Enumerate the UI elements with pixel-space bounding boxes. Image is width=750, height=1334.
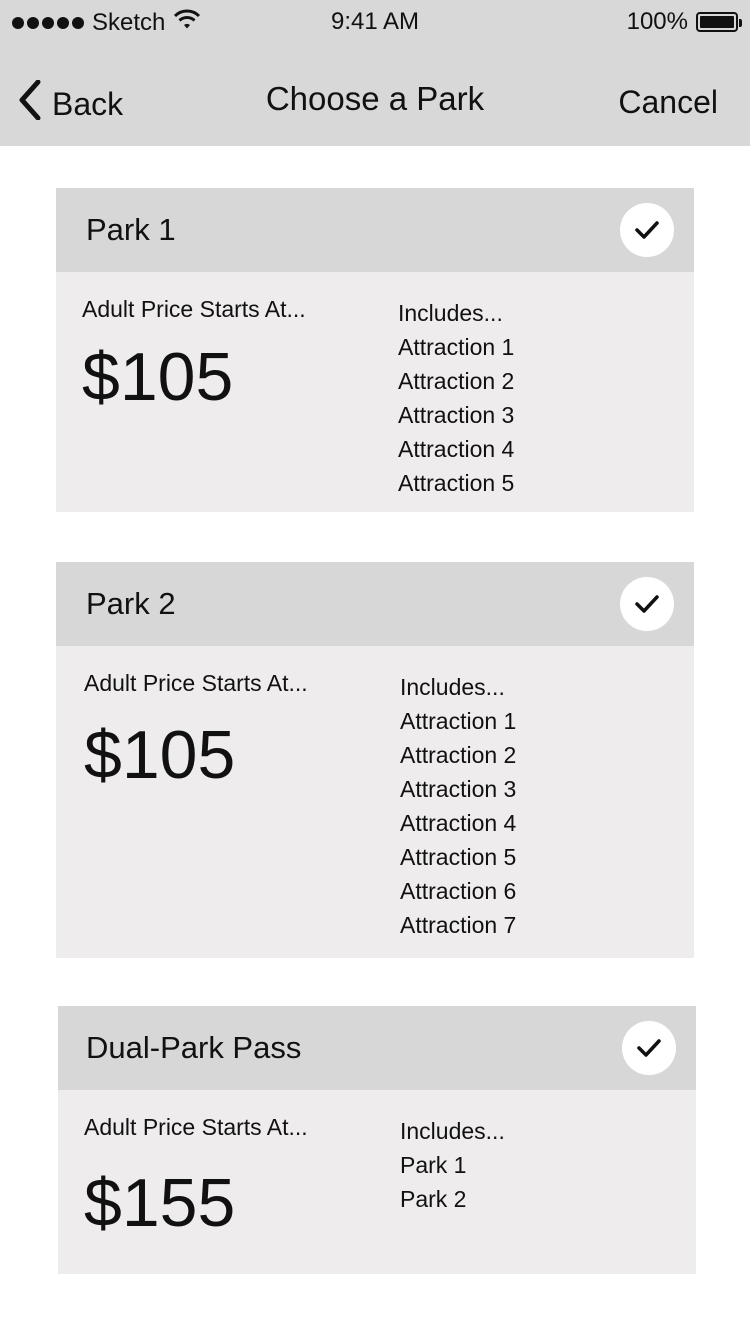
includes-label: Includes... — [400, 1118, 505, 1144]
park-card[interactable]: Park 2 Adult Price Starts At... $105 Inc… — [56, 562, 694, 958]
include-item: Attraction 6 — [400, 878, 517, 904]
checkmark-icon — [635, 595, 659, 613]
park-card-header: Park 1 — [56, 188, 694, 272]
checkmark-icon — [635, 221, 659, 239]
price-label: Adult Price Starts At... — [82, 296, 306, 322]
navigation-bar: Back Choose a Park Cancel — [0, 44, 750, 146]
park-card-title: Dual-Park Pass — [86, 1030, 302, 1065]
park-card[interactable]: Park 1 Adult Price Starts At... $105 Inc… — [56, 188, 694, 512]
include-item: Attraction 1 — [398, 334, 515, 360]
cancel-button[interactable]: Cancel — [618, 84, 718, 121]
include-item: Attraction 5 — [400, 844, 517, 870]
select-park-button[interactable] — [622, 1021, 676, 1075]
include-item: Attraction 3 — [400, 776, 517, 802]
park-card-title: Park 1 — [86, 212, 176, 247]
include-item: Attraction 2 — [398, 368, 515, 394]
price-value: $105 — [82, 339, 234, 415]
includes-list: Includes... Park 1 Park 2 — [400, 1114, 505, 1216]
park-card-header: Park 2 — [56, 562, 694, 646]
includes-label: Includes... — [400, 674, 505, 700]
include-item: Park 1 — [400, 1152, 467, 1178]
park-card-title: Park 2 — [86, 586, 176, 621]
park-card-header: Dual-Park Pass — [58, 1006, 696, 1090]
includes-list: Includes... Attraction 1 Attraction 2 At… — [398, 296, 514, 500]
include-item: Attraction 4 — [398, 436, 515, 462]
include-item: Park 2 — [400, 1186, 467, 1212]
select-park-button[interactable] — [620, 577, 674, 631]
include-item: Attraction 3 — [398, 402, 515, 428]
price-label: Adult Price Starts At... — [84, 670, 308, 696]
battery-icon — [696, 12, 742, 32]
includes-label: Includes... — [398, 300, 503, 326]
select-park-button[interactable] — [620, 203, 674, 257]
park-card[interactable]: Dual-Park Pass Adult Price Starts At... … — [58, 1006, 696, 1274]
include-item: Attraction 7 — [400, 912, 517, 938]
include-item: Attraction 4 — [400, 810, 517, 836]
status-bar: Sketch 9:41 AM 100% — [0, 0, 750, 44]
price-value: $105 — [84, 717, 236, 793]
includes-list: Includes... Attraction 1 Attraction 2 At… — [400, 670, 516, 942]
battery-percent: 100% — [626, 8, 688, 35]
include-item: Attraction 5 — [398, 470, 515, 496]
price-value: $155 — [84, 1165, 236, 1241]
status-right: 100% — [626, 8, 742, 36]
top-bar: Sketch 9:41 AM 100% Back Choose a Park C… — [0, 0, 750, 146]
price-label: Adult Price Starts At... — [84, 1114, 308, 1140]
include-item: Attraction 1 — [400, 708, 517, 734]
checkmark-icon — [637, 1039, 661, 1057]
include-item: Attraction 2 — [400, 742, 517, 768]
